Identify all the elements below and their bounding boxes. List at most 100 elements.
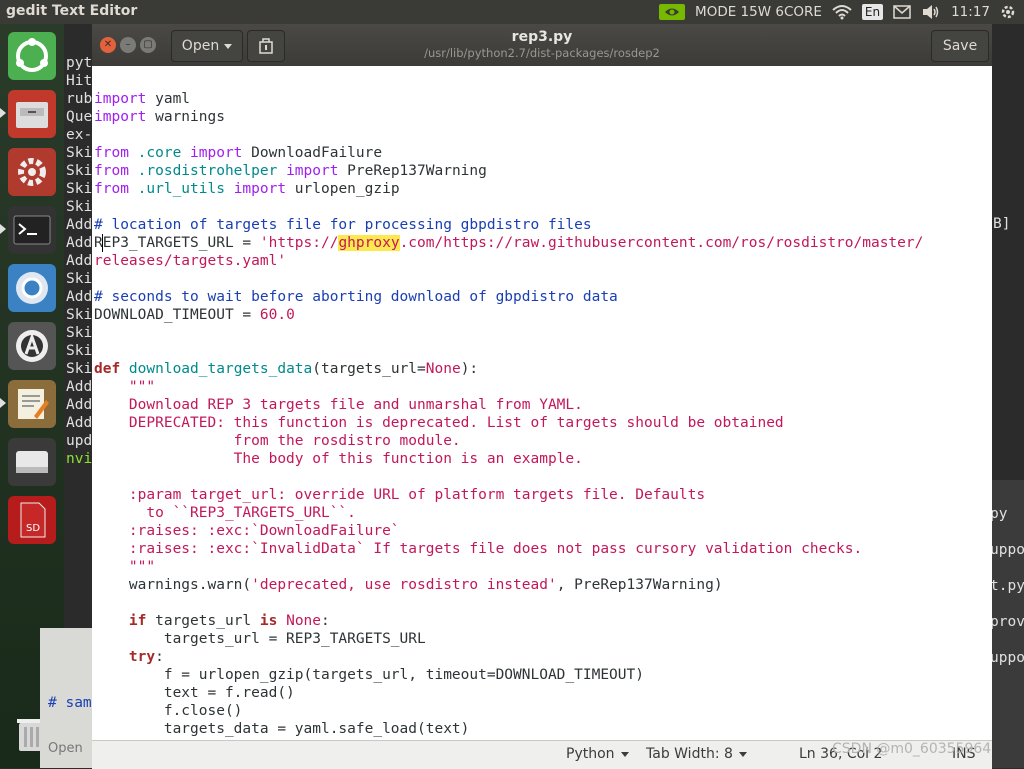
ubuntu-dash-icon[interactable] — [8, 32, 56, 80]
code-line: DOWNLOAD_TIMEOUT = 60.0 — [94, 307, 295, 323]
watermark: CSDN @m0_60355964 — [832, 741, 992, 757]
terminal-line: Add — [66, 397, 93, 413]
gedit-window: ✕ – ▢ Open rep3.py /usr/lib/python2.7/di… — [92, 24, 992, 769]
terminal-line: Add — [66, 415, 93, 431]
text-cursor — [102, 234, 103, 252]
new-document-icon — [259, 38, 273, 54]
terminal-fragment: # sam — [48, 695, 92, 711]
terminal-line: Add — [66, 289, 93, 305]
chromium-icon[interactable] — [8, 264, 56, 312]
terminal-line: Ski — [66, 199, 93, 215]
code-line: :param target_url: override URL of platf… — [94, 487, 706, 503]
code-editor[interactable]: import yaml import warnings from .core i… — [92, 66, 992, 740]
code-line: targets_url = REP3_TARGETS_URL — [94, 631, 426, 647]
tab-width-selector[interactable]: Tab Width: 8 — [646, 746, 747, 762]
terminal-fragment: py — [990, 506, 1008, 522]
terminal-line: pyt — [66, 55, 93, 71]
language-label: Python — [566, 746, 615, 762]
chevron-down-icon — [738, 751, 747, 757]
open-button[interactable]: Open — [171, 30, 243, 62]
sd-card-icon[interactable]: SD — [8, 496, 56, 544]
power-gear-icon[interactable] — [1000, 4, 1016, 20]
software-updater-icon[interactable] — [8, 322, 56, 370]
terminal-fragment: uppo — [990, 542, 1024, 558]
chevron-down-icon — [620, 751, 629, 757]
code-line: """ — [94, 559, 156, 575]
clock[interactable]: 11:17 — [951, 4, 990, 20]
terminal-fragment: Open — [48, 741, 83, 756]
drive-icon[interactable] — [8, 438, 56, 486]
code-line: from the rosdistro module. — [94, 433, 461, 449]
code-line: from .url_utils import urlopen_gzip — [94, 181, 400, 197]
terminal-line: Add — [66, 217, 93, 233]
terminal-line: Ski — [66, 343, 93, 359]
mail-icon[interactable] — [893, 5, 911, 19]
terminal-line: nvi — [66, 451, 93, 467]
code-line: :raises: :exc:`DownloadFailure` — [94, 523, 400, 539]
chevron-down-icon — [224, 43, 233, 49]
volume-icon[interactable] — [921, 4, 941, 20]
terminal-fragment: uppo — [990, 650, 1024, 666]
code-line: try: — [128, 649, 164, 665]
code-line: targets_data = yaml.safe_load(text) — [94, 721, 470, 737]
code-line: if targets_url is None: — [128, 613, 330, 629]
search-highlight: ghproxy — [338, 235, 400, 251]
language-selector[interactable]: Python — [566, 746, 629, 762]
terminal-line: Add — [66, 235, 93, 251]
code-line: :raises: :exc:`InvalidData` If targets f… — [94, 541, 863, 557]
svg-text:SD: SD — [26, 523, 40, 534]
terminal-line: upd — [66, 433, 93, 449]
terminal-fragment: B] — [993, 216, 1011, 232]
terminal-line: Que — [66, 109, 93, 125]
code-line: import warnings — [94, 109, 225, 125]
code-line: The body of this function is an example. — [94, 451, 583, 467]
terminal-line: Ski — [66, 361, 93, 377]
terminal-line: Add — [66, 379, 93, 395]
terminal-line: rub — [66, 91, 93, 107]
gedit-icon[interactable] — [8, 380, 56, 428]
code-line: Download REP 3 targets file and unmarsha… — [94, 397, 583, 413]
code-line: f = urlopen_gzip(targets_url, timeout=DO… — [94, 667, 644, 683]
code-line: REP3_TARGETS_URL = 'https://ghproxy.com/… — [94, 235, 924, 251]
terminal-line: Ski — [66, 163, 93, 179]
terminal-line: Ski — [66, 145, 93, 161]
running-indicator — [0, 224, 6, 234]
power-mode-label[interactable]: MODE 15W 6CORE — [695, 4, 822, 20]
code-line: from .rosdistrohelper import PreRep137Wa… — [94, 163, 487, 179]
running-indicator — [0, 108, 6, 118]
code-line: text = f.read() — [94, 685, 295, 701]
app-menu-title[interactable]: gedit Text Editor — [6, 3, 137, 19]
terminal-line: Ski — [66, 271, 93, 287]
wifi-icon[interactable] — [832, 4, 852, 20]
terminal-line: Ski — [66, 325, 93, 341]
terminal-icon[interactable] — [8, 206, 56, 254]
code-line: warnings.warn('deprecated, use rosdistro… — [94, 577, 723, 593]
maximize-button[interactable]: ▢ — [140, 37, 156, 53]
close-button[interactable]: ✕ — [100, 37, 116, 53]
nvidia-icon[interactable] — [659, 4, 686, 20]
code-line: # seconds to wait before aborting downlo… — [94, 289, 618, 305]
system-settings-icon[interactable] — [8, 148, 56, 196]
file-manager-icon[interactable] — [8, 90, 56, 138]
code-line: f.close() — [94, 703, 243, 719]
terminal-line: Ski — [66, 307, 93, 323]
document-title: rep3.py — [511, 29, 573, 45]
minimize-button[interactable]: – — [120, 37, 136, 53]
code-line: from .core import DownloadFailure — [94, 145, 383, 161]
save-button[interactable]: Save — [931, 30, 989, 62]
header-bar: ✕ – ▢ Open rep3.py /usr/lib/python2.7/di… — [92, 24, 992, 66]
code-line: """ — [94, 379, 156, 395]
tab-width-label: Tab Width: 8 — [646, 746, 733, 762]
code-line: releases/targets.yaml' — [94, 253, 287, 269]
code-line: import yaml — [94, 91, 191, 107]
keyboard-layout-indicator[interactable]: En — [861, 4, 884, 20]
system-tray: MODE 15W 6CORE En 11:17 — [659, 0, 1016, 24]
new-tab-button[interactable] — [247, 30, 285, 62]
code-line: # location of targets file for processin… — [94, 217, 592, 233]
terminal-line: Add — [66, 253, 93, 269]
terminal-line: ex- — [66, 127, 93, 143]
document-title-block: rep3.py /usr/lib/python2.7/dist-packages… — [342, 28, 742, 60]
running-indicator — [0, 398, 6, 408]
terminal-line: Hit — [66, 73, 93, 89]
terminal-fragment: t.py — [990, 578, 1024, 594]
